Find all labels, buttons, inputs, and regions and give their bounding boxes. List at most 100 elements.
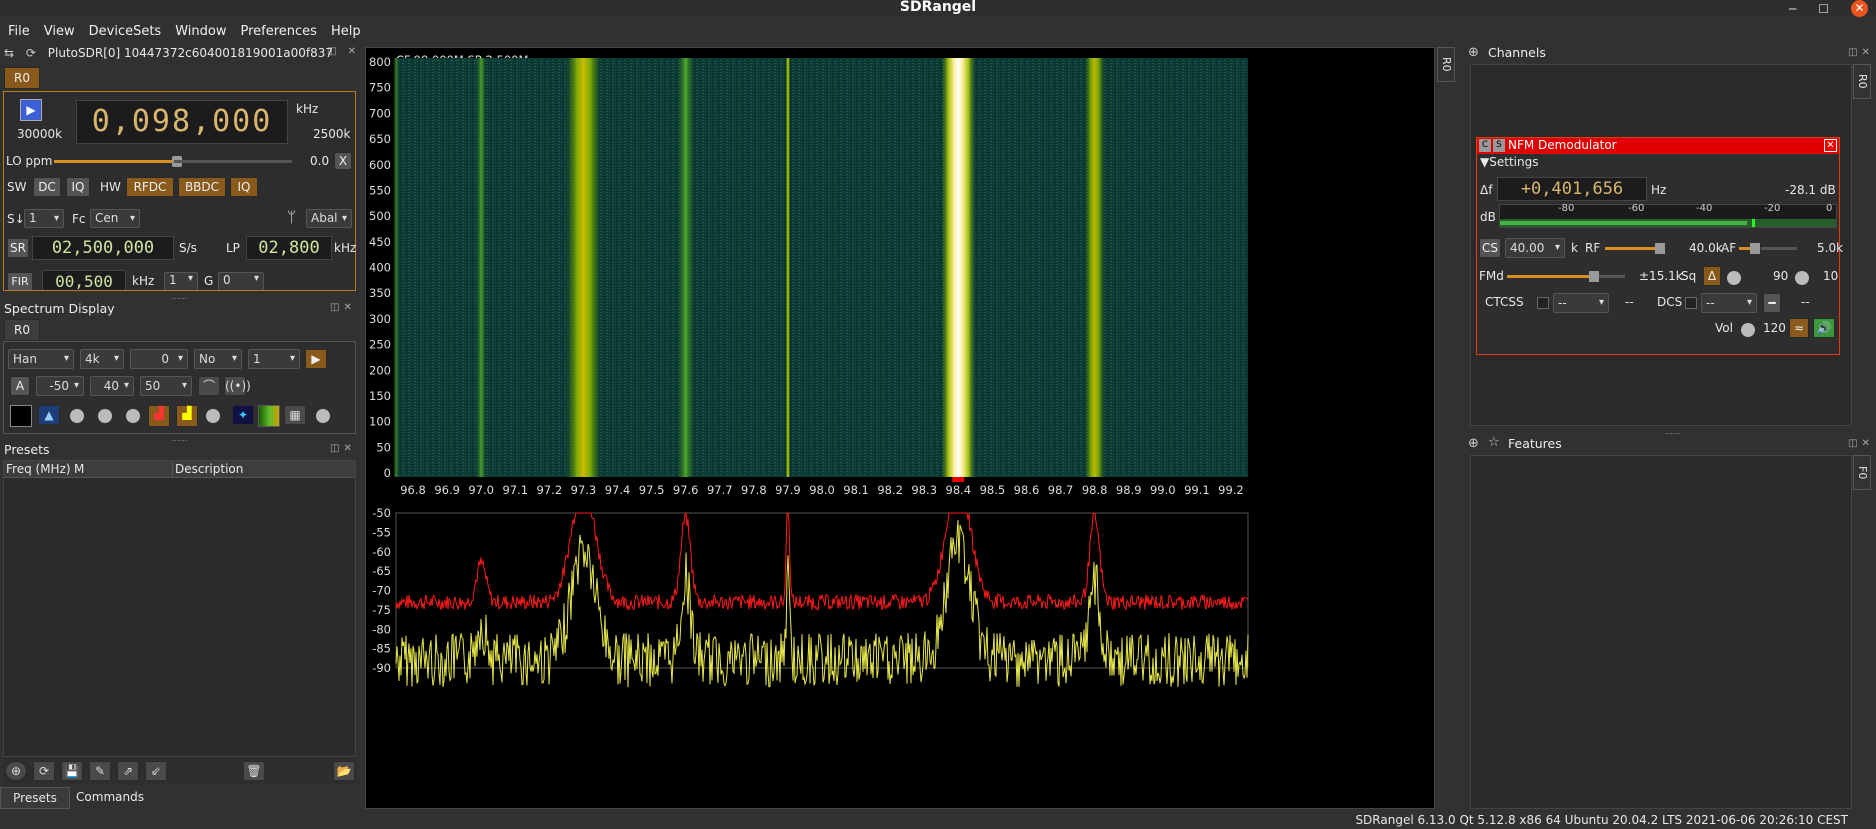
- menu-view[interactable]: View: [44, 24, 75, 44]
- channel-spacing-button[interactable]: CS: [1479, 238, 1501, 258]
- audio-mute-icon[interactable]: 🔊: [1813, 318, 1835, 338]
- dc-button[interactable]: DC: [33, 177, 61, 197]
- bbdc-button[interactable]: BBDC: [178, 177, 226, 197]
- decimation-combo[interactable]: 1: [24, 209, 64, 228]
- spectrum-dock-controls-icon[interactable]: ◫✕: [330, 302, 356, 313]
- stream-icon[interactable]: ((•)): [224, 376, 251, 396]
- rf-bw-slider-handle[interactable]: [1655, 243, 1665, 254]
- spectrum-view[interactable]: CF:98.000M SP:2.500M: [365, 47, 1435, 809]
- volume-dial-icon[interactable]: [1741, 323, 1755, 337]
- lo-ppm-reset-button[interactable]: X: [334, 152, 352, 170]
- rf-bw-slider[interactable]: [1605, 247, 1657, 250]
- settings-toggle[interactable]: ▼Settings: [1480, 155, 1538, 169]
- dial-icon[interactable]: [98, 409, 112, 423]
- fir-gain-combo[interactable]: 1: [164, 272, 198, 290]
- close-window-icon[interactable]: ✕: [1851, 0, 1868, 17]
- fc-position-combo[interactable]: Cen: [90, 209, 140, 228]
- device-tab-r0[interactable]: R0: [4, 67, 40, 89]
- channels-side-tab-r0[interactable]: R0: [1853, 64, 1871, 99]
- auto-scale-button[interactable]: A: [10, 376, 30, 396]
- 3d-map-icon[interactable]: ✦: [232, 405, 254, 425]
- dial-icon[interactable]: [206, 409, 220, 423]
- deemphasis-icon[interactable]: ≈: [1789, 318, 1809, 338]
- lo-ppm-slider[interactable]: [54, 160, 174, 163]
- nfm-demod-titlebar[interactable]: C S NFM Demodulator ✕: [1477, 138, 1839, 154]
- features-star-icon[interactable]: ☆: [1488, 435, 1500, 450]
- save-preset-icon[interactable]: 💾: [61, 761, 83, 781]
- dcs-positive-icon[interactable]: ━: [1763, 293, 1781, 313]
- menu-file[interactable]: File: [8, 24, 30, 44]
- squelch-delta-icon[interactable]: Δ: [1703, 266, 1721, 286]
- menu-devicesets[interactable]: DeviceSets: [89, 24, 162, 44]
- play-icon[interactable]: ▶: [20, 99, 42, 121]
- spectrum-side-tab-r0[interactable]: R0: [1437, 47, 1455, 82]
- ctcss-checkbox[interactable]: [1537, 297, 1549, 309]
- sample-rate-display[interactable]: 02,500,000: [32, 236, 174, 260]
- squelch-gate-dial-icon[interactable]: [1795, 271, 1809, 285]
- gain-combo[interactable]: 0: [218, 272, 264, 290]
- edit-preset-icon[interactable]: ✎: [89, 761, 111, 781]
- features-dock-controls-icon[interactable]: ◫✕: [1848, 438, 1874, 449]
- tab-presets[interactable]: Presets: [0, 787, 70, 809]
- splitter-handle[interactable]: ......: [1665, 427, 1680, 436]
- ref-level-spinbox[interactable]: -50: [36, 376, 84, 396]
- waterfall-icon[interactable]: ▲: [38, 405, 60, 425]
- add-channel-icon[interactable]: ⊕: [1468, 45, 1479, 60]
- range-spinbox[interactable]: 40: [90, 376, 134, 396]
- col-mode[interactable]: M: [74, 462, 84, 476]
- color-map-icon[interactable]: [258, 405, 280, 427]
- sr-button[interactable]: SR: [7, 238, 29, 258]
- max-hold-icon[interactable]: ▟: [148, 405, 170, 427]
- reload-preset-icon[interactable]: ⟳: [33, 761, 55, 781]
- dial-icon[interactable]: [70, 409, 84, 423]
- averaging-combo[interactable]: 1: [248, 349, 300, 369]
- fft-window-combo[interactable]: Han: [8, 349, 74, 369]
- lowpass-display[interactable]: 02,800: [246, 236, 332, 260]
- fm-deviation-slider-handle[interactable]: [1589, 271, 1599, 282]
- reload-icon[interactable]: ⟳: [26, 46, 36, 60]
- dcs-combo[interactable]: --: [1701, 293, 1757, 313]
- splitter-handle[interactable]: ......: [172, 434, 187, 443]
- menu-help[interactable]: Help: [331, 24, 361, 44]
- minimize-icon[interactable]: ─: [1789, 2, 1796, 16]
- close-demod-icon[interactable]: ✕: [1824, 139, 1837, 152]
- channel-spacing-combo[interactable]: 40.00: [1505, 238, 1565, 258]
- delta-frequency-display[interactable]: +0,401,656: [1497, 177, 1647, 201]
- power-spectrum-plot[interactable]: [395, 511, 1249, 688]
- squelch-level-dial-icon[interactable]: [1727, 271, 1741, 285]
- fft-overlap-spinbox[interactable]: 0: [130, 349, 188, 369]
- waterfall[interactable]: [393, 58, 1248, 477]
- channel-settings-icon[interactable]: C: [1479, 139, 1491, 152]
- rfdc-button[interactable]: RFDC: [126, 177, 174, 197]
- dock-controls-icon[interactable]: ◫ ✕: [327, 46, 360, 57]
- add-preset-icon[interactable]: ⊕: [5, 761, 27, 781]
- linear-scale-icon[interactable]: ⌒: [198, 376, 220, 396]
- spectrum-tab-r0[interactable]: R0: [4, 319, 40, 341]
- display-black-icon[interactable]: [10, 405, 32, 427]
- antenna-combo[interactable]: Abal: [306, 209, 352, 228]
- open-folder-icon[interactable]: 📂: [333, 761, 355, 781]
- current-trace-icon[interactable]: ▟: [176, 405, 198, 427]
- af-bw-slider-handle[interactable]: [1750, 243, 1760, 254]
- col-description[interactable]: Description: [172, 462, 243, 478]
- averaging-mode-combo[interactable]: No: [194, 349, 242, 369]
- delete-preset-icon[interactable]: 🗑: [243, 761, 265, 781]
- dcs-checkbox[interactable]: [1685, 297, 1697, 309]
- play-spectrum-icon[interactable]: ▶: [305, 349, 327, 369]
- channels-dock-controls-icon[interactable]: ◫✕: [1848, 47, 1874, 58]
- stream-settings-icon[interactable]: S: [1493, 139, 1505, 152]
- dial-icon[interactable]: [126, 409, 140, 423]
- features-side-tab-f0[interactable]: F0: [1853, 455, 1871, 490]
- splitter-handle[interactable]: ......: [172, 292, 187, 301]
- swap-icon[interactable]: ⇆: [4, 46, 14, 60]
- center-frequency-display[interactable]: 0,098,000: [76, 100, 288, 144]
- hw-iq-button[interactable]: IQ: [230, 177, 258, 197]
- fir-bandwidth-display[interactable]: 00,500: [42, 270, 126, 290]
- grid-intensity-dial-icon[interactable]: [316, 409, 330, 423]
- add-feature-icon[interactable]: ⊕: [1468, 436, 1479, 451]
- maximize-icon[interactable]: ☐: [1818, 2, 1829, 16]
- fps-combo[interactable]: 50: [140, 376, 192, 396]
- menu-preferences[interactable]: Preferences: [240, 24, 316, 44]
- load-preset-icon[interactable]: ⇙: [145, 761, 167, 781]
- spectrum-graphics[interactable]: 8007507006506005505004504003503002502001…: [366, 48, 1436, 810]
